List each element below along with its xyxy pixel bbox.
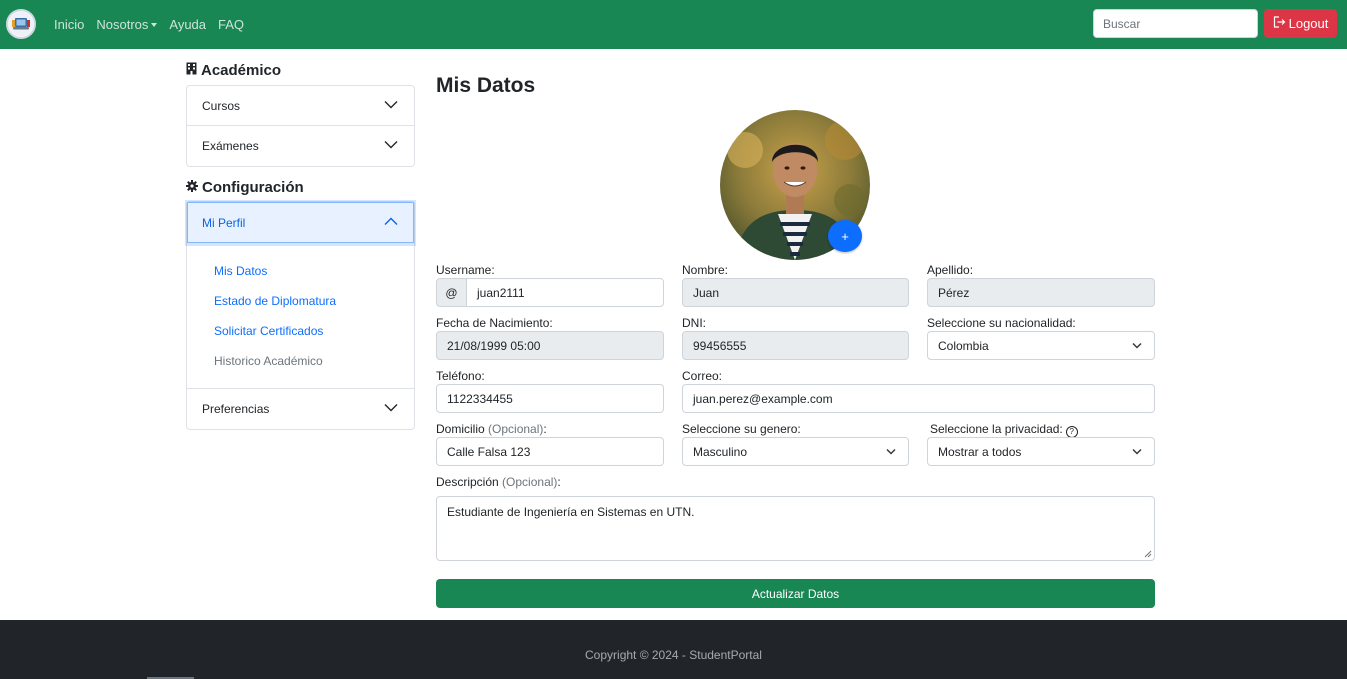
- caret-down-icon: [151, 22, 158, 27]
- telefono-label: Teléfono:: [436, 369, 485, 383]
- fecha-nacimiento-label: Fecha de Nacimiento:: [436, 316, 553, 330]
- correo-label: Correo:: [682, 369, 723, 383]
- apellido-field[interactable]: Pérez: [927, 278, 1155, 307]
- correo-field[interactable]: juan.perez@example.com: [682, 384, 1155, 413]
- domicilio-field[interactable]: Calle Falsa 123: [436, 437, 664, 466]
- nombre-label: Nombre:: [682, 263, 729, 277]
- accordion-body-mi-perfil: Mis Datos Estado de Diplomatura Solicita…: [187, 244, 414, 389]
- privacidad-label: Seleccione la privacidad:?: [930, 422, 1078, 438]
- dni-label: DNI:: [682, 316, 706, 330]
- username-prefix: @: [436, 278, 467, 307]
- telefono-field[interactable]: 1122334455: [436, 384, 664, 413]
- domicilio-label: Domicilio (Opcional):: [436, 422, 547, 436]
- domicilio-label-text: Domicilio: [436, 422, 485, 436]
- privacidad-label-text: Seleccione la privacidad:: [930, 422, 1063, 436]
- correo-value: juan.perez@example.com: [693, 391, 833, 406]
- nacionalidad-value: Colombia: [938, 338, 989, 353]
- accordion-item-mi-perfil[interactable]: Mi Perfil: [187, 202, 414, 244]
- sidebar-heading-academico: Académico: [186, 62, 281, 79]
- dni-value: 99456555: [693, 338, 747, 353]
- domicilio-value: Calle Falsa 123: [447, 444, 531, 459]
- privacidad-select[interactable]: Mostrar a todos: [927, 437, 1155, 466]
- logout-label: Logout: [1288, 16, 1329, 31]
- accordion-item-label: Cursos: [202, 98, 241, 113]
- sidebar-heading-configuracion-label: Configuración: [202, 179, 304, 196]
- nacionalidad-select[interactable]: Colombia: [927, 331, 1155, 360]
- update-data-label: Actualizar Datos: [751, 586, 840, 601]
- logo-icon[interactable]: [6, 9, 36, 39]
- dni-field[interactable]: 99456555: [682, 331, 909, 360]
- label-colon: :: [557, 475, 561, 489]
- nav-link-inicio[interactable]: Inicio: [54, 17, 84, 32]
- building-icon: [186, 62, 197, 79]
- descripcion-label: Descripción (Opcional):: [436, 475, 561, 489]
- sidebar-heading-configuracion: Configuración: [186, 179, 304, 196]
- nav-link-nosotros-label: Nosotros: [96, 17, 149, 32]
- genero-value: Masculino: [693, 444, 748, 459]
- privacidad-value: Mostrar a todos: [938, 444, 1022, 459]
- accordion-item-examenes[interactable]: Exámenes: [187, 126, 414, 166]
- help-circle-icon[interactable]: ?: [1065, 425, 1078, 438]
- add-photo-label: +: [841, 228, 849, 244]
- genero-label: Seleccione su genero:: [682, 422, 801, 436]
- nombre-field[interactable]: Juan: [682, 278, 909, 307]
- apellido-value: Pérez: [938, 285, 970, 300]
- footer: Copyright © 2024 - StudentPortal: [0, 620, 1347, 679]
- label-colon: :: [543, 422, 547, 436]
- sub-link-estado-diplomatura[interactable]: Estado de Diplomatura: [214, 286, 414, 316]
- nav-link-ayuda[interactable]: Ayuda: [169, 17, 206, 32]
- top-navbar: Inicio Nosotros Ayuda FAQ Logout: [0, 0, 1347, 49]
- sub-link-historico-academico[interactable]: Historico Académico: [214, 346, 414, 376]
- descripcion-value: Estudiante de Ingeniería en Sistemas en …: [447, 505, 695, 519]
- nav-link-faq[interactable]: FAQ: [218, 17, 244, 32]
- optional-tag: (Opcional): [502, 475, 558, 489]
- nav-dropdown-nosotros[interactable]: Nosotros: [96, 17, 158, 32]
- username-value: juan2111: [477, 285, 525, 300]
- page-title: Mis Datos: [436, 74, 536, 97]
- chevron-down-icon: [886, 448, 896, 455]
- optional-tag: (Opcional): [488, 422, 544, 436]
- nombre-value: Juan: [693, 285, 720, 300]
- accordion-item-cursos[interactable]: Cursos: [187, 86, 414, 126]
- accordion-item-label: Preferencias: [202, 402, 270, 416]
- chevron-down-icon: [1132, 448, 1142, 455]
- sidebar-heading-academico-label: Académico: [201, 62, 282, 79]
- chevron-down-icon: [384, 141, 398, 149]
- config-accordion: Mi Perfil Mis Datos Estado de Diplomatur…: [186, 201, 415, 430]
- chevron-up-icon: [384, 217, 398, 225]
- username-field[interactable]: juan2111: [466, 278, 664, 307]
- accordion-item-label: Exámenes: [202, 139, 259, 153]
- add-photo-button[interactable]: +: [828, 220, 862, 252]
- chevron-down-icon: [384, 101, 398, 109]
- logout-button[interactable]: Logout: [1264, 9, 1337, 38]
- sub-link-solicitar-certificados[interactable]: Solicitar Certificados: [214, 316, 414, 346]
- username-label: Username:: [436, 263, 495, 277]
- resize-handle-icon[interactable]: [1144, 550, 1152, 558]
- update-data-button[interactable]: Actualizar Datos: [436, 579, 1155, 608]
- logout-icon: [1273, 16, 1286, 31]
- sub-link-mis-datos[interactable]: Mis Datos: [214, 256, 414, 286]
- apellido-label: Apellido:: [927, 263, 974, 277]
- chevron-down-icon: [1132, 342, 1142, 349]
- accordion-item-preferencias[interactable]: Preferencias: [187, 389, 414, 429]
- descripcion-textarea[interactable]: Estudiante de Ingeniería en Sistemas en …: [436, 496, 1155, 561]
- academic-accordion: Cursos Exámenes: [186, 85, 415, 167]
- nacionalidad-label: Seleccione su nacionalidad:: [927, 316, 1076, 330]
- gear-icon: [186, 179, 198, 196]
- footer-copyright: Copyright © 2024 - StudentPortal: [585, 648, 762, 662]
- descripcion-label-text: Descripción: [436, 475, 499, 489]
- fecha-nacimiento-value: 21/08/1999 05:00: [447, 338, 541, 353]
- telefono-value: 1122334455: [447, 391, 513, 406]
- chevron-down-icon: [384, 404, 398, 412]
- genero-select[interactable]: Masculino: [682, 437, 909, 466]
- accordion-item-label: Mi Perfil: [202, 215, 246, 230]
- fecha-nacimiento-field[interactable]: 21/08/1999 05:00: [436, 331, 664, 360]
- search-input[interactable]: [1093, 9, 1258, 38]
